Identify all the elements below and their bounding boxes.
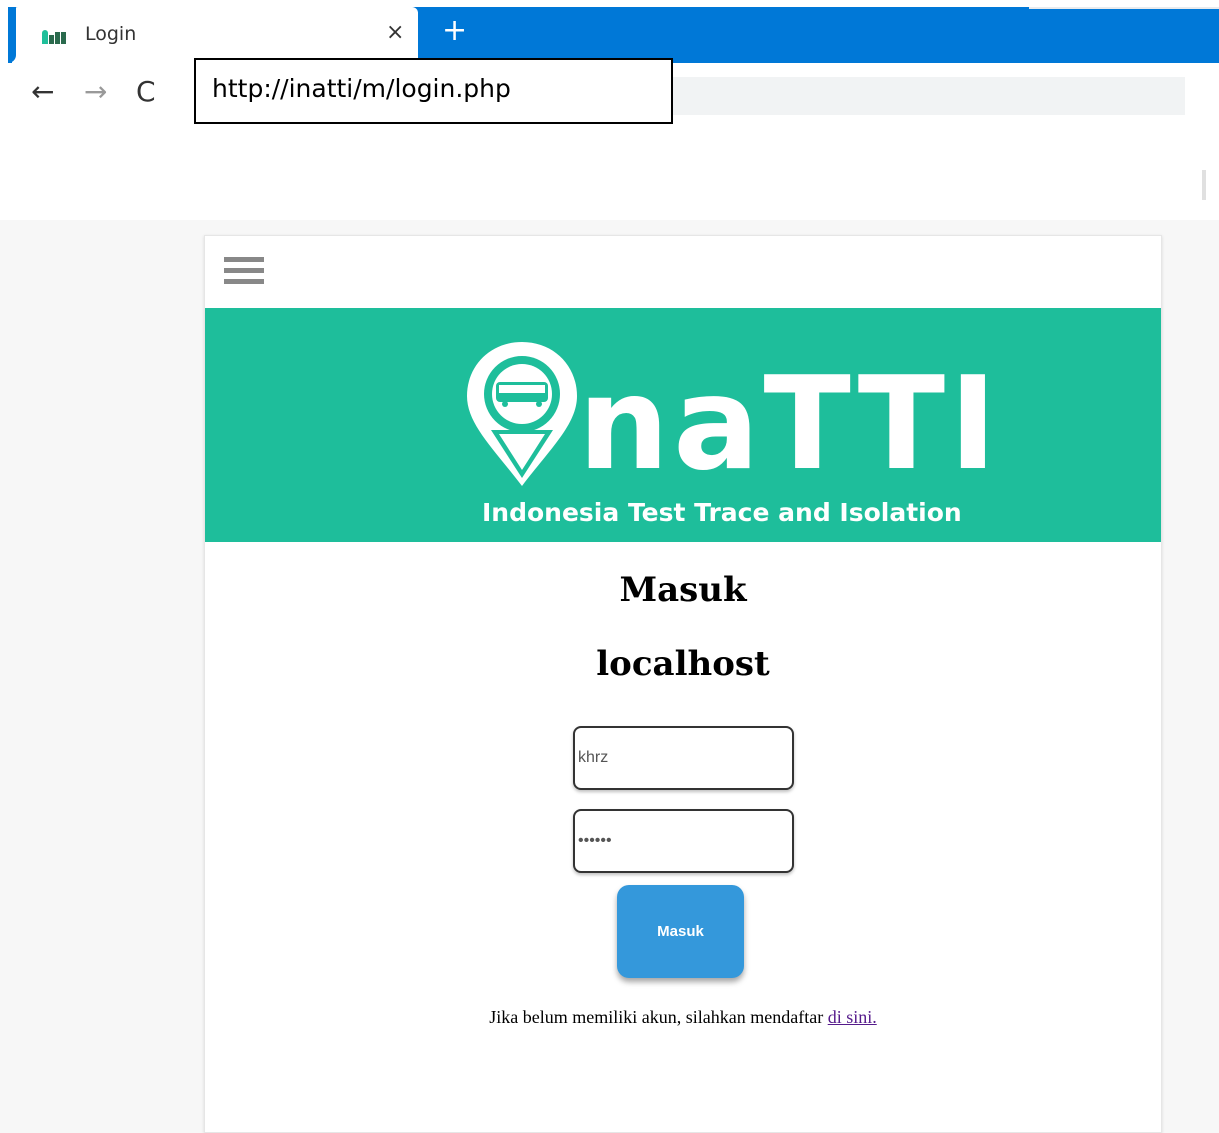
toolbar-gap (0, 124, 1219, 220)
brand-name: naTTI (578, 350, 1001, 499)
tab-edge (8, 7, 16, 63)
register-prompt: Jika belum memiliki akun, silahkan menda… (205, 1007, 1161, 1028)
reload-icon[interactable]: C (136, 75, 156, 109)
login-button[interactable]: Masuk (617, 885, 744, 978)
register-text: Jika belum memiliki akun, silahkan menda… (489, 1007, 828, 1027)
host-title: localhost (596, 644, 770, 684)
location-pin-bus-icon (467, 342, 577, 486)
omnibox-background (670, 77, 1185, 115)
brand-banner: naTTI Indonesia Test Trace and Isolation (205, 308, 1161, 542)
scrollbar-sliver (1202, 170, 1206, 200)
login-card: naTTI Indonesia Test Trace and Isolation… (204, 235, 1162, 1133)
forward-arrow-icon[interactable]: → (84, 75, 107, 109)
new-tab-icon[interactable]: + (442, 13, 467, 48)
back-arrow-icon[interactable]: ← (31, 75, 54, 109)
username-field[interactable] (573, 726, 794, 790)
tab-strip-edge (1029, 7, 1219, 9)
register-link[interactable]: di sini. (828, 1007, 877, 1027)
page-viewport: naTTI Indonesia Test Trace and Isolation… (0, 220, 1219, 1133)
tab-login[interactable]: Login × (8, 7, 418, 63)
address-bar[interactable]: http://inatti/m/login.php (194, 58, 673, 124)
password-field[interactable] (573, 809, 794, 873)
page-title: Masuk (619, 570, 747, 610)
brand-tagline: Indonesia Test Trace and Isolation (482, 498, 962, 527)
address-bar-url: http://inatti/m/login.php (212, 74, 511, 103)
favicon-icon (42, 26, 72, 44)
close-icon[interactable]: × (386, 20, 404, 45)
hamburger-icon[interactable] (224, 257, 264, 289)
tab-strip: Login × + (8, 7, 1219, 63)
tab-title: Login (85, 23, 137, 45)
